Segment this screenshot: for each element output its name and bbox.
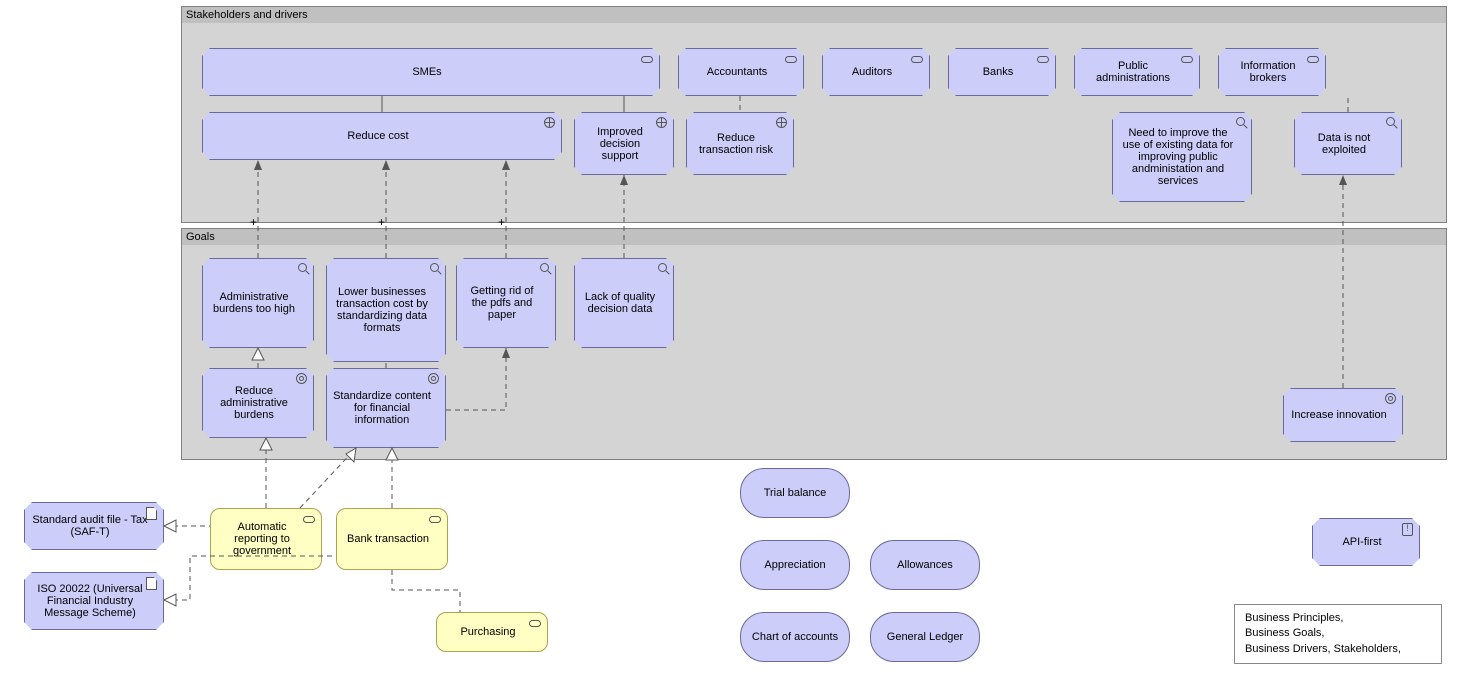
stakeholder-icon [911, 56, 923, 63]
note-line3: Business Drivers, Stakeholders, [1245, 643, 1401, 655]
course-icon [529, 620, 541, 627]
dataobject-iso20022[interactable]: ISO 20022 (Universal Financial Industry … [24, 572, 164, 630]
group-stakeholders-header: Stakeholders and drivers [182, 7, 820, 24]
stakeholder-accountants-label: Accountants [707, 66, 768, 78]
course-bank-tx[interactable]: Bank transaction [336, 508, 448, 570]
goal-increase-innovation[interactable]: Increase innovation [1283, 388, 1403, 442]
stakeholder-info-brokers[interactable]: Information brokers [1218, 48, 1326, 96]
goal-standardize-label: Standardize content for financial inform… [333, 390, 431, 426]
goal-icon [428, 373, 439, 384]
driver-reduce-tx-risk-label: Reduce transaction risk [693, 132, 779, 156]
stakeholder-banks[interactable]: Banks [948, 48, 1056, 96]
cloud-appreciation[interactable]: Appreciation [740, 540, 850, 590]
dataobject-icon [146, 507, 157, 520]
driver-reduce-tx-risk[interactable]: Reduce transaction risk [686, 112, 794, 175]
assessment-icon [1236, 117, 1245, 126]
dataobject-icon [146, 577, 157, 590]
goal-standardize[interactable]: Standardize content for financial inform… [326, 368, 446, 448]
goal-reduce-admin-label: Reduce administrative burdens [209, 385, 299, 421]
course-bank-tx-label: Bank transaction [347, 533, 429, 545]
assessment-rid-pdfs-label: Getting rid of the pdfs and paper [463, 285, 541, 321]
assessment-need-improve[interactable]: Need to improve the use of existing data… [1112, 112, 1252, 202]
driver-improved-decision-label: Improved decision support [581, 126, 659, 162]
assessment-rid-pdfs[interactable]: Getting rid of the pdfs and paper [456, 258, 556, 348]
stakeholder-icon [641, 56, 653, 63]
driver-icon [776, 117, 787, 128]
assessment-data-not-exploited[interactable]: Data is not exploited [1294, 112, 1402, 175]
principle-api-first[interactable]: API-first [1312, 518, 1420, 566]
assessment-lack-quality[interactable]: Lack of quality decision data [574, 258, 674, 348]
course-icon [303, 516, 315, 523]
course-purchasing[interactable]: Purchasing [436, 612, 548, 652]
cloud-allowances[interactable]: Allowances [870, 540, 980, 590]
driver-reduce-cost[interactable]: Reduce cost [202, 112, 562, 160]
dataobject-iso20022-label: ISO 20022 (Universal Financial Industry … [31, 583, 149, 619]
stakeholder-icon [1037, 56, 1049, 63]
stakeholder-smes[interactable]: SMEs [202, 48, 660, 96]
cloud-general-ledger[interactable]: General Ledger [870, 612, 980, 662]
note-legend: Business Principles, Business Goals, Bus… [1234, 604, 1442, 664]
dataobject-saf-t-label: Standard audit file - Tax (SAF-T) [31, 514, 149, 538]
assessment-lower-tx-cost[interactable]: Lower businesses transaction cost by sta… [326, 258, 446, 362]
cloud-trial-balance[interactable]: Trial balance [740, 468, 850, 518]
assessment-lower-tx-cost-label: Lower businesses transaction cost by sta… [333, 286, 431, 334]
cloud-general-ledger-label: General Ledger [887, 631, 963, 643]
assessment-icon [430, 263, 439, 272]
stakeholder-banks-label: Banks [983, 66, 1014, 78]
principle-api-first-label: API-first [1342, 536, 1381, 548]
stakeholder-public-admin[interactable]: Public administrations [1074, 48, 1200, 96]
cloud-appreciation-label: Appreciation [764, 559, 825, 571]
assessment-admin-burdens-label: Administrative burdens too high [209, 291, 299, 315]
goal-increase-innovation-label: Increase innovation [1291, 409, 1386, 421]
goal-icon [1385, 393, 1396, 404]
principle-icon [1402, 523, 1413, 536]
stakeholder-public-admin-label: Public administrations [1081, 60, 1185, 84]
stakeholder-info-brokers-label: Information brokers [1225, 60, 1311, 84]
driver-improved-decision[interactable]: Improved decision support [574, 112, 674, 175]
driver-icon [656, 117, 667, 128]
assessment-icon [298, 263, 307, 272]
stakeholder-auditors-label: Auditors [852, 66, 892, 78]
course-auto-report-label: Automatic reporting to government [217, 521, 307, 557]
stakeholder-smes-label: SMEs [412, 66, 441, 78]
stakeholder-auditors[interactable]: Auditors [822, 48, 930, 96]
driver-icon [544, 117, 555, 128]
note-line2: Business Goals, [1245, 627, 1324, 639]
group-goals-header: Goals [182, 229, 820, 246]
assessment-lack-quality-label: Lack of quality decision data [581, 291, 659, 315]
assessment-data-not-exploited-label: Data is not exploited [1301, 132, 1387, 156]
stakeholder-icon [1307, 56, 1319, 63]
assessment-icon [540, 263, 549, 272]
cloud-chart-of-accounts[interactable]: Chart of accounts [740, 612, 850, 662]
course-auto-report[interactable]: Automatic reporting to government [210, 508, 322, 570]
dataobject-saf-t[interactable]: Standard audit file - Tax (SAF-T) [24, 502, 164, 550]
course-icon [429, 516, 441, 523]
group-goals-label: Goals [186, 231, 215, 243]
assessment-icon [1386, 117, 1395, 126]
stakeholder-icon [1181, 56, 1193, 63]
note-line1: Business Principles, [1245, 612, 1343, 624]
assessment-admin-burdens[interactable]: Administrative burdens too high [202, 258, 314, 348]
stakeholder-accountants[interactable]: Accountants [678, 48, 804, 96]
cloud-allowances-label: Allowances [897, 559, 953, 571]
driver-reduce-cost-label: Reduce cost [347, 130, 408, 142]
goal-reduce-admin[interactable]: Reduce administrative burdens [202, 368, 314, 438]
assessment-need-improve-label: Need to improve the use of existing data… [1119, 127, 1237, 187]
course-purchasing-label: Purchasing [460, 626, 515, 638]
cloud-trial-balance-label: Trial balance [764, 487, 827, 499]
group-stakeholders-label: Stakeholders and drivers [186, 9, 308, 21]
cloud-chart-of-accounts-label: Chart of accounts [752, 631, 838, 643]
assessment-icon [658, 263, 667, 272]
stakeholder-icon [785, 56, 797, 63]
goal-icon [296, 373, 307, 384]
